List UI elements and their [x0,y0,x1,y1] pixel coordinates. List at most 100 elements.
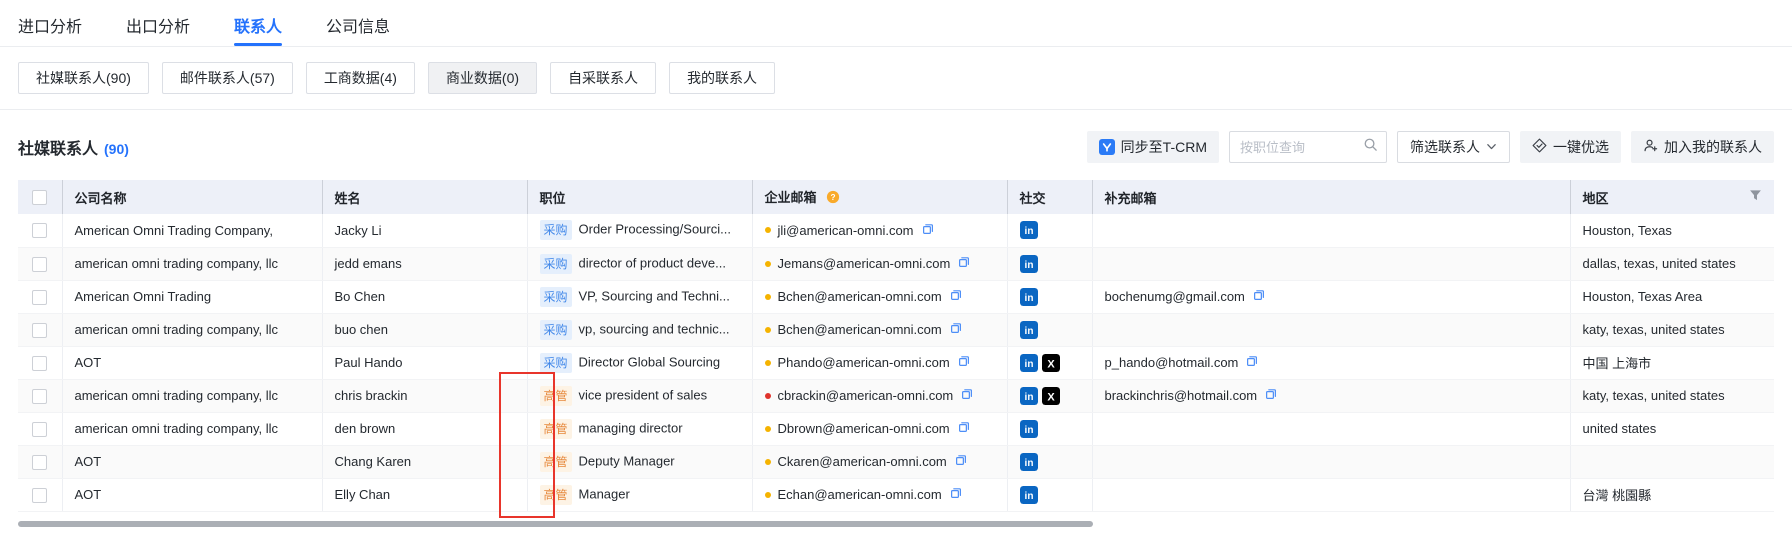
email-text[interactable]: cbrackin@american-omni.com [778,388,954,403]
email-cell: Ckaren@american-omni.com [752,445,1007,478]
position-text: vice president of sales [579,387,708,402]
add-to-my-contacts-label: 加入我的联系人 [1664,137,1762,157]
email-cell: Jemans@american-omni.com [752,247,1007,280]
position-text: Manager [579,486,630,501]
company-cell: AOT [62,445,322,478]
linkedin-icon[interactable]: in [1020,354,1038,372]
copy-icon[interactable] [1264,389,1278,404]
tab-2[interactable]: 联系人 [234,13,282,46]
table-row: American Omni Trading Company,Jacky Li采购… [18,214,1774,247]
extra-email-text[interactable]: p_hando@hotmail.com [1105,355,1239,370]
extra-email-cell [1092,214,1570,247]
linkedin-icon[interactable]: in [1020,420,1038,438]
copy-icon[interactable] [957,257,971,272]
filter-button-1[interactable]: 邮件联系人(57) [162,62,293,94]
copy-icon[interactable] [921,224,935,239]
email-text[interactable]: Jemans@american-omni.com [778,256,951,271]
filter-contacts-dropdown[interactable]: 筛选联系人 [1397,131,1510,163]
linkedin-icon[interactable]: in [1020,255,1038,273]
header-extra-email: 补充邮箱 [1092,180,1570,214]
position-tag: 采购 [540,287,572,307]
search-icon[interactable] [1363,137,1378,157]
copy-icon[interactable] [949,488,963,503]
copy-icon[interactable] [957,356,971,371]
email-text[interactable]: Ckaren@american-omni.com [778,454,947,469]
horizontal-scrollbar-thumb[interactable] [18,521,1093,527]
copy-icon[interactable] [954,455,968,470]
position-tag: 采购 [540,320,572,340]
header-email: 企业邮箱 ? [752,180,1007,214]
x-icon[interactable]: X [1042,354,1060,372]
position-cell: 采购VP, Sourcing and Techni... [527,280,752,313]
filter-button-4[interactable]: 自采联系人 [550,62,656,94]
row-checkbox[interactable] [32,455,47,470]
filter-funnel-icon[interactable] [1749,189,1762,205]
linkedin-icon[interactable]: in [1020,387,1038,405]
help-icon[interactable]: ? [826,192,840,207]
row-checkbox[interactable] [32,356,47,371]
contacts-table-wrap: 公司名称 姓名 职位 企业邮箱 ? 社交 补充邮箱 地区 [0,180,1792,512]
email-text[interactable]: Bchen@american-omni.com [778,322,942,337]
name-cell: Elly Chan [322,478,527,511]
tab-0[interactable]: 进口分析 [18,13,82,46]
copy-icon[interactable] [957,422,971,437]
position-cell: 高管Manager [527,478,752,511]
email-cell: Dbrown@american-omni.com [752,412,1007,445]
linkedin-icon[interactable]: in [1020,321,1038,339]
row-checkbox[interactable] [32,323,47,338]
row-checkbox[interactable] [32,389,47,404]
company-cell: american omni trading company, llc [62,379,322,412]
email-status-dot [765,459,771,465]
filter-button-3[interactable]: 商业数据(0) [428,62,537,94]
email-text[interactable]: Dbrown@american-omni.com [778,421,950,436]
email-text[interactable]: Phando@american-omni.com [778,355,950,370]
linkedin-icon[interactable]: in [1020,453,1038,471]
row-checkbox[interactable] [32,257,47,272]
filter-button-5[interactable]: 我的联系人 [669,62,775,94]
email-text[interactable]: Bchen@american-omni.com [778,289,942,304]
company-cell: American Omni Trading Company, [62,214,322,247]
header-email-label: 企业邮箱 [765,190,817,205]
name-cell: Bo Chen [322,280,527,313]
tab-3[interactable]: 公司信息 [326,13,390,46]
filter-button-0[interactable]: 社媒联系人(90) [18,62,149,94]
position-cell: 高管vice president of sales [527,379,752,412]
row-checkbox[interactable] [32,290,47,305]
svg-text:in: in [1024,491,1033,502]
position-cell: 采购vp, sourcing and technic... [527,313,752,346]
copy-icon[interactable] [949,290,963,305]
add-to-my-contacts-button[interactable]: 加入我的联系人 [1631,131,1774,163]
toolbar: 同步至T-CRM 筛选联系人 一键优选 [1087,131,1774,163]
row-checkbox-cell [18,379,62,412]
sync-tcrm-button[interactable]: 同步至T-CRM [1087,131,1219,163]
row-checkbox[interactable] [32,223,47,238]
x-icon[interactable]: X [1042,387,1060,405]
email-status-dot [765,492,771,498]
search-input[interactable] [1240,140,1363,155]
email-text[interactable]: Echan@american-omni.com [778,487,942,502]
extra-email-text[interactable]: brackinchris@hotmail.com [1105,388,1258,403]
email-text[interactable]: jli@american-omni.com [778,223,914,238]
copy-icon[interactable] [1245,356,1259,371]
copy-icon[interactable] [960,389,974,404]
row-checkbox[interactable] [32,422,47,437]
linkedin-icon[interactable]: in [1020,486,1038,504]
tab-1[interactable]: 出口分析 [126,13,190,46]
linkedin-icon[interactable]: in [1020,288,1038,306]
position-tag: 采购 [540,353,572,373]
table-row: american omni trading company, llcden br… [18,412,1774,445]
extra-email-text[interactable]: bochenumg@gmail.com [1105,289,1245,304]
row-checkbox[interactable] [32,488,47,503]
copy-icon[interactable] [1252,290,1266,305]
position-tag: 采购 [540,254,572,274]
one-click-optimize-button[interactable]: 一键优选 [1520,131,1621,163]
filter-button-2[interactable]: 工商数据(4) [306,62,415,94]
linkedin-icon[interactable]: in [1020,221,1038,239]
position-text: Director Global Sourcing [579,354,721,369]
extra-email-cell [1092,247,1570,280]
select-all-checkbox[interactable] [32,190,47,205]
social-cell: in [1007,412,1092,445]
name-cell: jedd emans [322,247,527,280]
svg-text:in: in [1024,293,1033,304]
copy-icon[interactable] [949,323,963,338]
